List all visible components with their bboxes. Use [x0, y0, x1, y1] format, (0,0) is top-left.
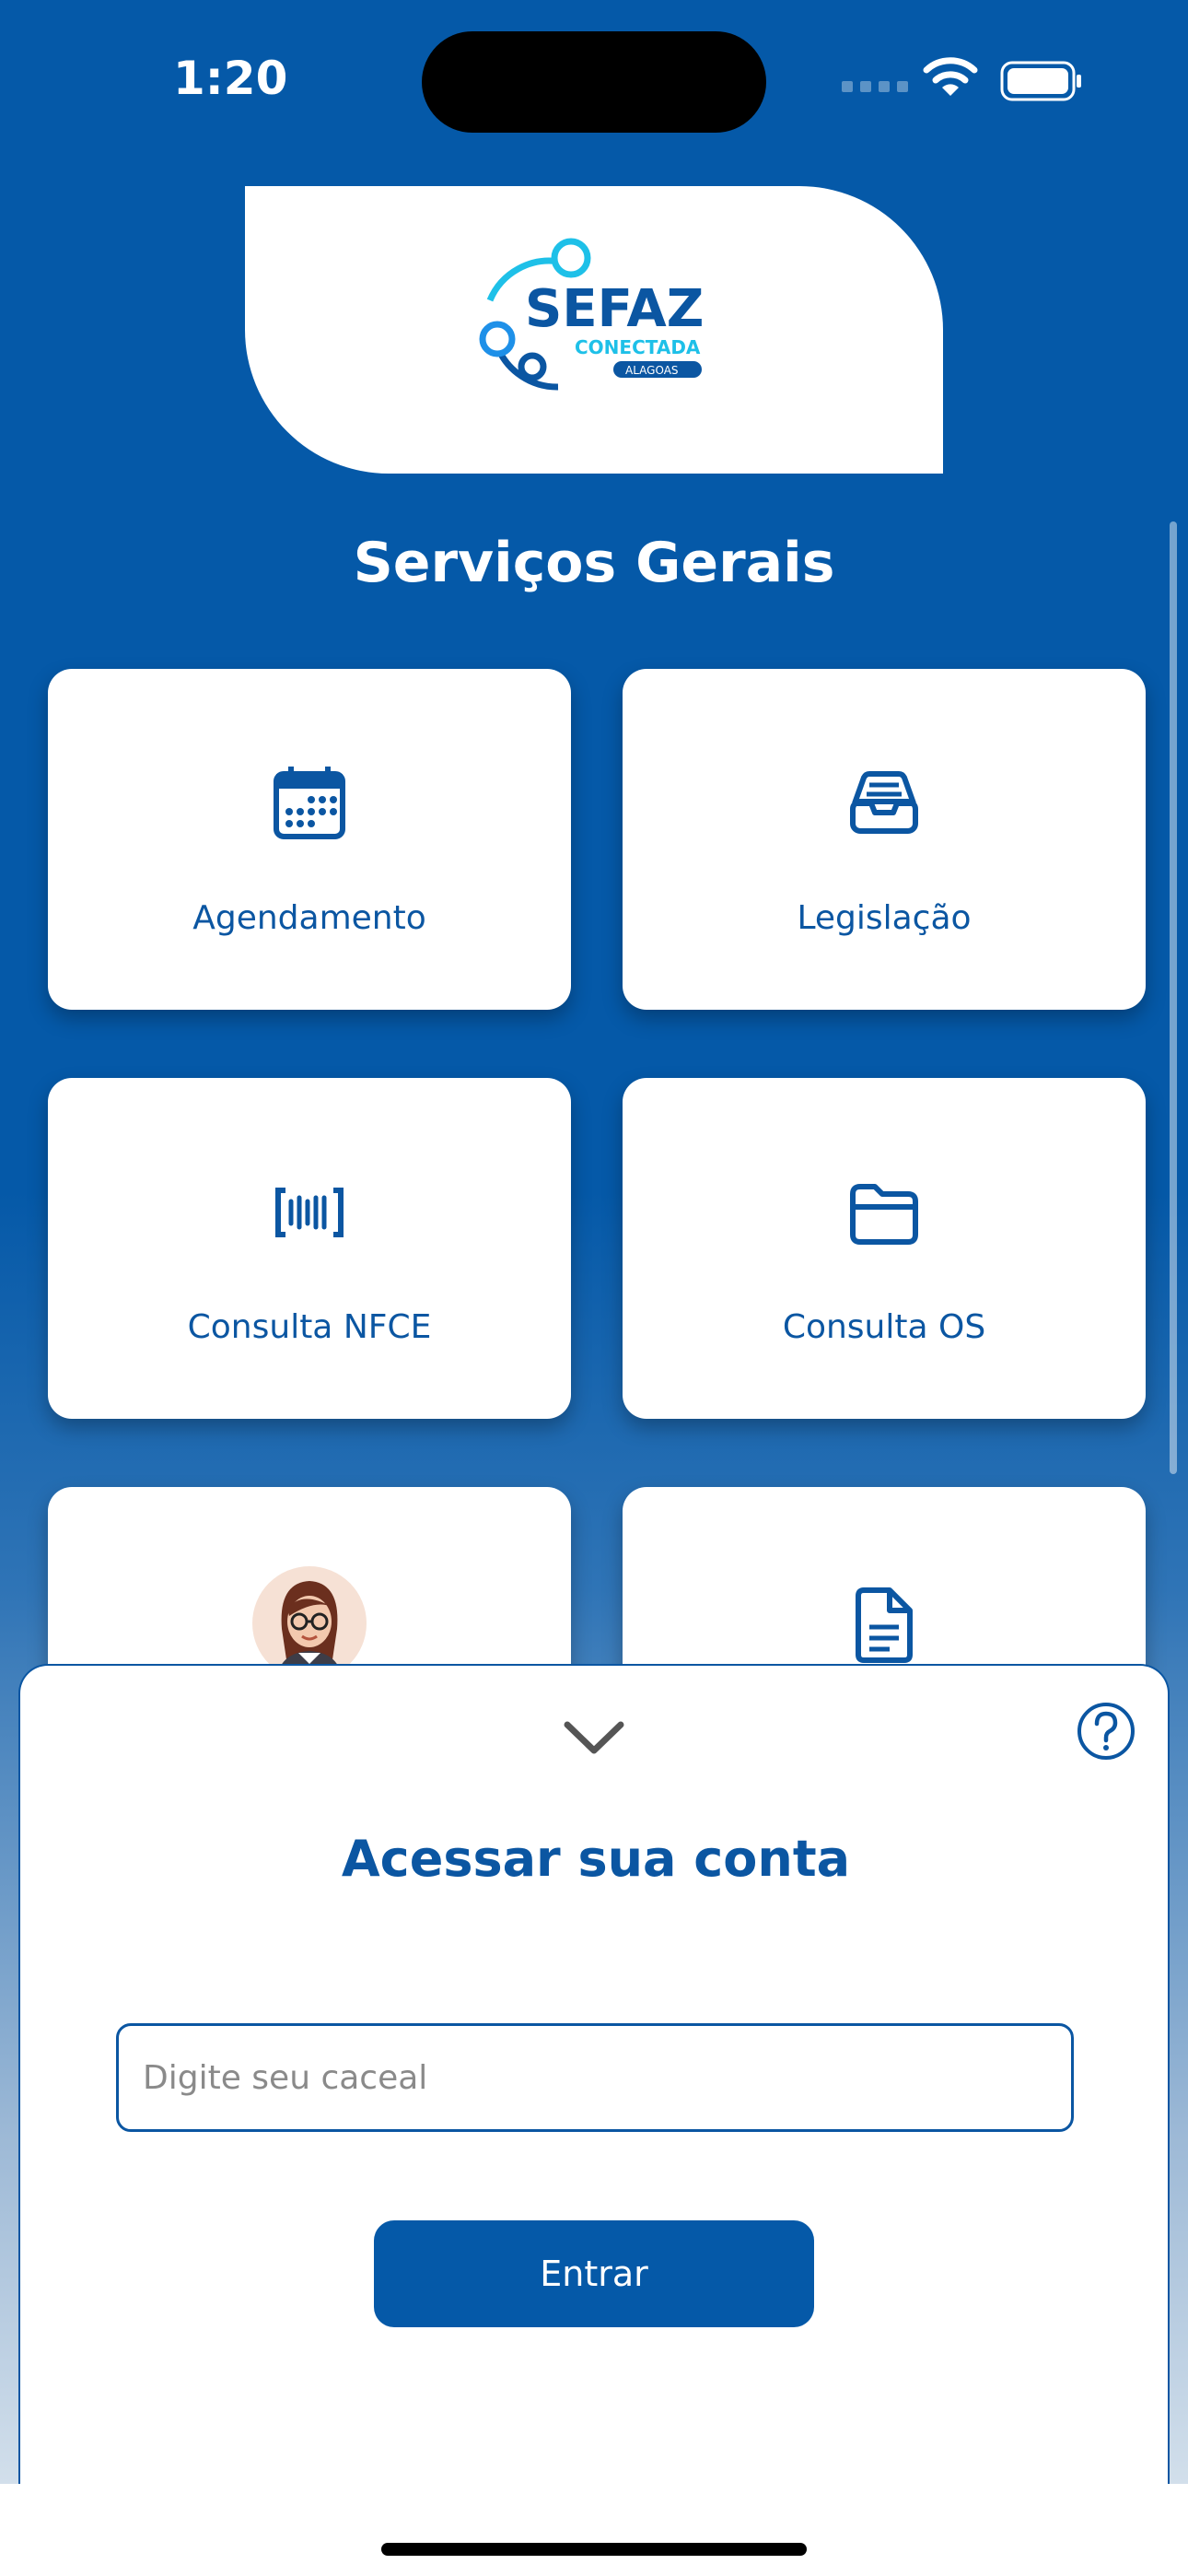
- login-bottom-sheet: Acessar sua conta Entrar: [18, 1664, 1170, 2484]
- logo-card: SEFAZ CONECTADA ALAGOAS: [245, 186, 943, 474]
- service-tile-agendamento[interactable]: Agendamento: [48, 669, 571, 1010]
- logo-state-text: ALAGOAS: [625, 364, 679, 377]
- logo-sub-text: CONECTADA: [575, 336, 701, 358]
- folder-icon: [850, 1184, 918, 1245]
- battery-icon: [1000, 61, 1081, 101]
- dynamic-island: [422, 31, 766, 133]
- service-label: Agendamento: [192, 899, 426, 937]
- calendar-icon: [274, 767, 345, 839]
- inbox-tray-icon: [850, 771, 918, 834]
- service-tile-consulta-os[interactable]: Consulta OS: [623, 1078, 1146, 1419]
- service-label: Consulta OS: [782, 1308, 986, 1346]
- status-time: 1:20: [173, 52, 288, 105]
- login-title: Acessar sua conta: [341, 1830, 851, 1888]
- enter-button[interactable]: Entrar: [374, 2220, 814, 2327]
- help-icon[interactable]: [1076, 1701, 1136, 1762]
- page-title: Serviços Gerais: [353, 531, 835, 595]
- cellular-signal-icon: [842, 81, 908, 96]
- service-tile-legislacao[interactable]: Legislação: [623, 669, 1146, 1010]
- service-label: Legislação: [797, 899, 972, 937]
- logo-main-text: SEFAZ: [525, 279, 704, 339]
- scrollbar[interactable]: [1170, 521, 1177, 1474]
- wifi-icon: [923, 57, 978, 96]
- caceal-input[interactable]: [116, 2023, 1074, 2132]
- home-indicator[interactable]: [381, 2543, 807, 2556]
- chevron-down-icon[interactable]: [562, 1717, 626, 1758]
- app-screen: 1:20 SEFAZ CONECTADA ALAGOAS Serviços Ge…: [0, 0, 1188, 2484]
- barcode-icon: [275, 1188, 344, 1237]
- service-label: Consulta NFCE: [187, 1308, 432, 1346]
- service-tile-consulta-nfce[interactable]: Consulta NFCE: [48, 1078, 571, 1419]
- sefaz-logo: SEFAZ CONECTADA ALAGOAS: [479, 238, 704, 391]
- document-icon: [856, 1587, 913, 1663]
